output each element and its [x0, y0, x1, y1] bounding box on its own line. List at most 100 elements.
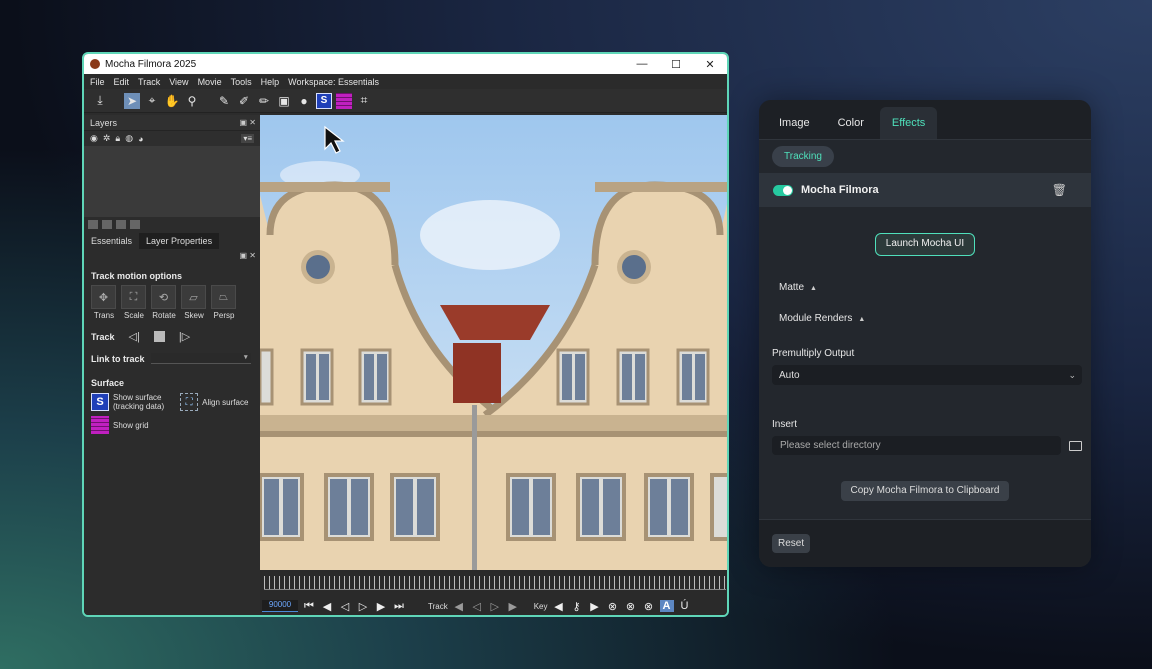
frame-number-field[interactable]: 90000 — [262, 600, 298, 612]
color-icon[interactable]: ◍ — [125, 133, 133, 144]
menu-track[interactable]: Track — [138, 77, 160, 87]
circle-tool-icon[interactable]: ● — [296, 93, 312, 109]
play-backward-icon[interactable]: ◀ — [320, 600, 334, 613]
go-to-start-icon[interactable]: ⏮ — [302, 600, 316, 613]
motion-skew[interactable]: ▱ Skew — [181, 285, 207, 320]
new-layer-icon[interactable] — [102, 219, 112, 229]
tab-color[interactable]: Color — [826, 107, 876, 139]
track-step-back-icon[interactable]: ◁ — [470, 600, 484, 613]
next-key-icon[interactable]: ▶ — [588, 600, 602, 613]
motion-rotate[interactable]: ⟲ Rotate — [151, 285, 177, 320]
show-surface-icon[interactable]: S — [91, 393, 109, 411]
align-tool-icon[interactable]: ⌗ — [356, 93, 372, 109]
delete-layer-icon[interactable] — [130, 219, 140, 229]
palette-icon[interactable]: ◕ — [138, 134, 143, 144]
panel-controls-icon[interactable]: ▣ ✕ — [240, 251, 256, 260]
export-icon[interactable]: ⤓ — [92, 93, 108, 109]
link-row: Link to track ▾ — [84, 353, 260, 364]
stop-tracking-icon[interactable] — [153, 331, 165, 342]
minimize-button[interactable]: — — [625, 58, 659, 70]
tab-essentials[interactable]: Essentials — [84, 233, 139, 249]
motion-options: ✥ Trans ⛶ Scale ⟲ Rotate ▱ Skew ⏢ Persp — [84, 285, 260, 320]
layer-menu-icon[interactable]: ▾≡ — [241, 134, 254, 143]
prev-key-icon[interactable]: ◀ — [552, 600, 566, 613]
mocha-window: Mocha Filmora 2025 — ☐ ✕ File Edit Track… — [82, 52, 729, 617]
duplicate-layer-icon[interactable] — [116, 219, 126, 229]
select-tool-icon[interactable]: ➤ — [124, 92, 140, 109]
trash-icon[interactable]: 🗑︎ — [1052, 183, 1067, 197]
effect-row: Mocha Filmora 🗑︎ — [759, 173, 1091, 207]
bezier-tool-icon[interactable]: ✐ — [236, 93, 252, 109]
eye-icon[interactable]: ◉ — [90, 133, 98, 144]
matte-section[interactable]: Matte ▲ — [759, 282, 1091, 293]
panel-controls-icon[interactable]: ▣ ✕ — [240, 118, 256, 127]
layer-footer — [84, 217, 260, 231]
tab-image[interactable]: Image — [767, 107, 822, 139]
add-point-tool-icon[interactable]: ⌖ — [144, 93, 160, 109]
surface-row: S Show surface (tracking data) ⛶ Align s… — [84, 393, 260, 411]
hand-tool-icon[interactable]: ✋ — [164, 93, 180, 109]
add-key-icon[interactable]: ⚷ — [570, 600, 584, 613]
track-backward-icon[interactable]: ◁| — [129, 330, 140, 343]
grid-tool-icon[interactable] — [336, 92, 352, 109]
align-surface-label: Align surface — [202, 397, 249, 407]
menu-file[interactable]: File — [90, 77, 105, 87]
step-backward-icon[interactable]: ◁ — [338, 600, 352, 613]
directory-input[interactable]: Please select directory — [772, 436, 1061, 455]
tab-effects[interactable]: Effects — [879, 107, 938, 139]
step-forward-icon[interactable]: ▷ — [356, 600, 370, 613]
show-grid-icon[interactable] — [91, 416, 109, 434]
link-to-track-dropdown[interactable]: ▾ — [150, 353, 251, 364]
tab-tracking[interactable]: Tracking — [772, 146, 834, 167]
copy-to-clipboard-button[interactable]: Copy Mocha Filmora to Clipboard — [841, 481, 1009, 501]
motion-label: Trans — [93, 311, 115, 320]
maximize-button[interactable]: ☐ — [659, 58, 693, 71]
menu-tools[interactable]: Tools — [231, 77, 252, 87]
motion-persp[interactable]: ⏢ Persp — [211, 285, 237, 320]
video-viewer[interactable] — [260, 115, 727, 570]
effect-toggle[interactable] — [773, 184, 793, 196]
clear-keys-icon[interactable]: ⊗ — [642, 600, 656, 613]
track-fwd-icon[interactable]: ▶ — [506, 600, 520, 613]
skew-icon: ▱ — [181, 285, 206, 309]
play-forward-icon[interactable]: ▶ — [374, 600, 388, 613]
delete-all-keys-icon[interactable]: ⊗ — [624, 600, 638, 613]
module-renders-section[interactable]: Module Renders ▲ — [759, 313, 1091, 324]
menu-movie[interactable]: Movie — [198, 77, 222, 87]
tab-layer-properties[interactable]: Layer Properties — [139, 233, 220, 249]
align-surface-icon[interactable]: ⛶ — [180, 393, 199, 411]
timeline-ruler[interactable] — [264, 576, 726, 590]
xspline-tool-icon[interactable]: ✎ — [216, 93, 232, 109]
new-folder-icon[interactable] — [88, 219, 98, 229]
brush-tool-icon[interactable]: ✏ — [256, 93, 272, 109]
rect-tool-icon[interactable]: ▣ — [276, 93, 292, 109]
premultiply-select[interactable]: Auto ⌄ — [772, 365, 1082, 385]
surface-tool-icon[interactable]: S — [316, 92, 332, 109]
gear-icon[interactable]: ✲ — [103, 133, 111, 144]
zoom-tool-icon[interactable]: ⚲ — [184, 93, 200, 109]
essentials-header: ▣ ✕ — [84, 249, 260, 261]
track-forward-icon[interactable]: |▷ — [179, 330, 190, 343]
menu-edit[interactable]: Edit — [114, 77, 130, 87]
caret-up-icon: ▲ — [810, 285, 817, 292]
motion-trans[interactable]: ✥ Trans — [91, 285, 117, 320]
menu-help[interactable]: Help — [261, 77, 280, 87]
launch-mocha-button[interactable]: Launch Mocha UI — [875, 233, 975, 256]
auto-key-icon[interactable]: A — [659, 600, 674, 612]
unlock-icon[interactable]: Ú — [678, 600, 692, 612]
lock-icon[interactable]: 🔒︎ — [115, 133, 120, 144]
show-surface-label: Show surface — [113, 393, 162, 402]
track-back-icon[interactable]: ◀ — [452, 600, 466, 613]
delete-key-icon[interactable]: ⊗ — [606, 600, 620, 613]
menu-workspace[interactable]: Workspace: Essentials — [288, 77, 379, 87]
layer-list[interactable] — [84, 147, 260, 217]
motion-scale[interactable]: ⛶ Scale — [121, 285, 147, 320]
link-to-track-label: Link to track — [91, 353, 145, 364]
folder-icon[interactable] — [1069, 440, 1082, 451]
menu-bar: File Edit Track View Movie Tools Help Wo… — [84, 74, 727, 89]
close-button[interactable]: ✕ — [693, 58, 727, 71]
reset-button[interactable]: Reset — [772, 534, 811, 553]
menu-view[interactable]: View — [169, 77, 188, 87]
track-step-fwd-icon[interactable]: ▷ — [488, 600, 502, 613]
go-to-end-icon[interactable]: ⏭ — [392, 600, 406, 613]
